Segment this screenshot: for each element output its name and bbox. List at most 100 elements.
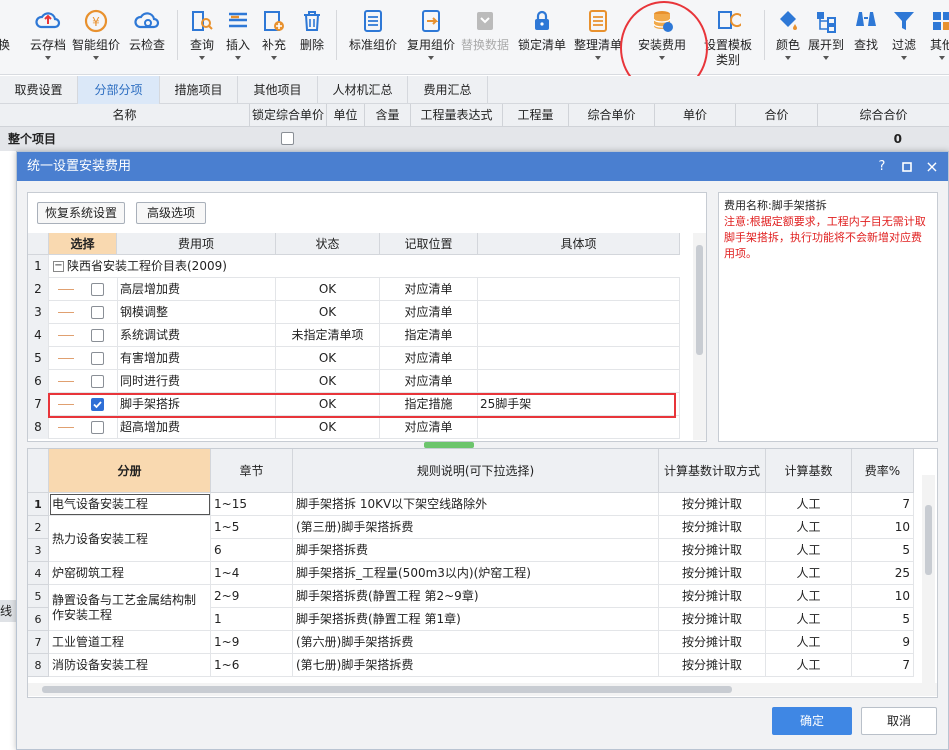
base-mode-cell[interactable]: 按分摊计取: [659, 516, 766, 539]
chapter-cell[interactable]: 1~9: [211, 631, 293, 654]
restore-defaults-button[interactable]: 恢复系统设置: [37, 202, 125, 224]
rule-cell[interactable]: (第三册)脚手架搭拆费: [293, 516, 659, 539]
vertical-scrollbar[interactable]: [922, 475, 935, 683]
tab-fee-settings[interactable]: 取费设置: [0, 76, 78, 104]
chapter-cell[interactable]: 1~5: [211, 516, 293, 539]
chapter-cell[interactable]: 1: [211, 608, 293, 631]
replace-data-button[interactable]: 替换数据: [460, 0, 510, 75]
rate-cell[interactable]: 10: [852, 585, 914, 608]
rate-cell[interactable]: 7: [852, 493, 914, 516]
cloud-save-button[interactable]: 云存档: [26, 0, 70, 75]
insert-button[interactable]: 插入: [220, 0, 256, 75]
cloud-check-button[interactable]: 云检查: [124, 0, 170, 75]
tab-materials-summary[interactable]: 人材机汇总: [318, 76, 408, 104]
fee-position[interactable]: 对应清单: [380, 301, 478, 324]
base-cell[interactable]: 人工: [766, 539, 852, 562]
collapse-icon[interactable]: −: [53, 261, 64, 272]
scrollbar-thumb[interactable]: [696, 245, 703, 355]
rate-cell[interactable]: 5: [852, 608, 914, 631]
fee-row[interactable]: 4 系统调试费 未指定清单项 指定清单: [28, 324, 680, 347]
fee-position[interactable]: 对应清单: [380, 416, 478, 439]
book-cell[interactable]: 热力设备安装工程: [49, 516, 211, 562]
book-cell[interactable]: 静置设备与工艺金属结构制作安装工程: [49, 585, 211, 631]
lock-list-button[interactable]: 锁定清单: [512, 0, 572, 75]
book-cell[interactable]: 炉窑砌筑工程: [49, 562, 211, 585]
select-checkbox[interactable]: [91, 375, 104, 388]
base-mode-cell[interactable]: 按分摊计取: [659, 608, 766, 631]
select-checkbox[interactable]: [91, 421, 104, 434]
expand-to-button[interactable]: 展开到: [806, 0, 846, 75]
filter-button[interactable]: 过滤: [886, 0, 922, 75]
find-button[interactable]: 查找: [848, 0, 884, 75]
delete-button[interactable]: 删除: [294, 0, 330, 75]
fee-detail[interactable]: [478, 370, 680, 393]
more-button[interactable]: 其他: [924, 0, 949, 75]
rate-cell[interactable]: 5: [852, 539, 914, 562]
rule-cell[interactable]: (第六册)脚手架搭拆费: [293, 631, 659, 654]
fee-detail[interactable]: [478, 416, 680, 439]
close-icon[interactable]: ×: [922, 152, 942, 181]
rule-cell[interactable]: 脚手架搭拆费: [293, 539, 659, 562]
fee-position[interactable]: 指定清单: [380, 324, 478, 347]
base-cell[interactable]: 人工: [766, 608, 852, 631]
tab-measures[interactable]: 措施项目: [160, 76, 238, 104]
tab-sub-items[interactable]: 分部分项: [78, 76, 160, 104]
base-cell[interactable]: 人工: [766, 562, 852, 585]
query-button[interactable]: 查询: [184, 0, 220, 75]
fee-row[interactable]: 2 高层增加费 OK 对应清单: [28, 278, 680, 301]
base-mode-cell[interactable]: 按分摊计取: [659, 562, 766, 585]
select-checkbox[interactable]: [91, 306, 104, 319]
fee-detail[interactable]: [478, 301, 680, 324]
organize-list-button[interactable]: 整理清单: [572, 0, 624, 75]
chapter-cell[interactable]: 6: [211, 539, 293, 562]
lock-checkbox[interactable]: [281, 132, 294, 145]
base-mode-cell[interactable]: 按分摊计取: [659, 585, 766, 608]
select-checkbox[interactable]: [91, 352, 104, 365]
tab-other-items[interactable]: 其他项目: [238, 76, 318, 104]
select-checkbox[interactable]: [91, 329, 104, 342]
fee-detail[interactable]: [478, 324, 680, 347]
scrollbar-thumb[interactable]: [42, 686, 732, 693]
base-cell[interactable]: 人工: [766, 516, 852, 539]
fee-row[interactable]: 6 同时进行费 OK 对应清单: [28, 370, 680, 393]
select-checkbox[interactable]: [91, 283, 104, 296]
base-mode-cell[interactable]: 按分摊计取: [659, 539, 766, 562]
reuse-price-button[interactable]: 复用组价: [402, 0, 460, 75]
scrollbar-thumb[interactable]: [925, 505, 932, 575]
book-cell[interactable]: 电气设备安装工程: [49, 493, 211, 516]
chapter-cell[interactable]: 1~4: [211, 562, 293, 585]
fee-position[interactable]: 对应清单: [380, 370, 478, 393]
ok-button[interactable]: 确定: [772, 707, 852, 735]
tab-fee-summary[interactable]: 费用汇总: [408, 76, 488, 104]
replace-button[interactable]: 换: [0, 0, 16, 75]
rate-cell[interactable]: 7: [852, 654, 914, 677]
rule-cell[interactable]: 脚手架搭拆_工程量(500m3以内)(炉窑工程): [293, 562, 659, 585]
rule-cell[interactable]: (第七册)脚手架搭拆费: [293, 654, 659, 677]
chapter-cell[interactable]: 1~15: [211, 493, 293, 516]
base-cell[interactable]: 人工: [766, 585, 852, 608]
base-cell[interactable]: 人工: [766, 654, 852, 677]
advanced-options-button[interactable]: 高级选项: [136, 202, 206, 224]
chapter-cell[interactable]: 1~6: [211, 654, 293, 677]
rule-cell[interactable]: 脚手架搭拆费(静置工程 第2~9章): [293, 585, 659, 608]
book-cell[interactable]: 消防设备安装工程: [49, 654, 211, 677]
fee-row[interactable]: 3 钢模调整 OK 对应清单: [28, 301, 680, 324]
fee-position[interactable]: 对应清单: [380, 347, 478, 370]
rate-cell[interactable]: 25: [852, 562, 914, 585]
base-mode-cell[interactable]: 按分摊计取: [659, 493, 766, 516]
base-mode-cell[interactable]: 按分摊计取: [659, 631, 766, 654]
base-mode-cell[interactable]: 按分摊计取: [659, 654, 766, 677]
table-row[interactable]: 整个项目 0: [0, 127, 949, 151]
vertical-scrollbar[interactable]: [693, 233, 706, 440]
help-icon[interactable]: ?: [872, 152, 892, 181]
rule-cell[interactable]: 脚手架搭拆费(静置工程 第1章): [293, 608, 659, 631]
fee-row[interactable]: 8 超高增加费 OK 对应清单: [28, 416, 680, 439]
chapter-cell[interactable]: 2~9: [211, 585, 293, 608]
base-cell[interactable]: 人工: [766, 493, 852, 516]
fee-position[interactable]: 对应清单: [380, 278, 478, 301]
tree-root-row[interactable]: 1 − 陕西省安装工程价目表(2009): [28, 255, 680, 278]
supplement-button[interactable]: 补充: [256, 0, 292, 75]
book-cell[interactable]: 工业管道工程: [49, 631, 211, 654]
rule-cell[interactable]: 脚手架搭拆 10KV以下架空线路除外: [293, 493, 659, 516]
cancel-button[interactable]: 取消: [861, 707, 937, 735]
